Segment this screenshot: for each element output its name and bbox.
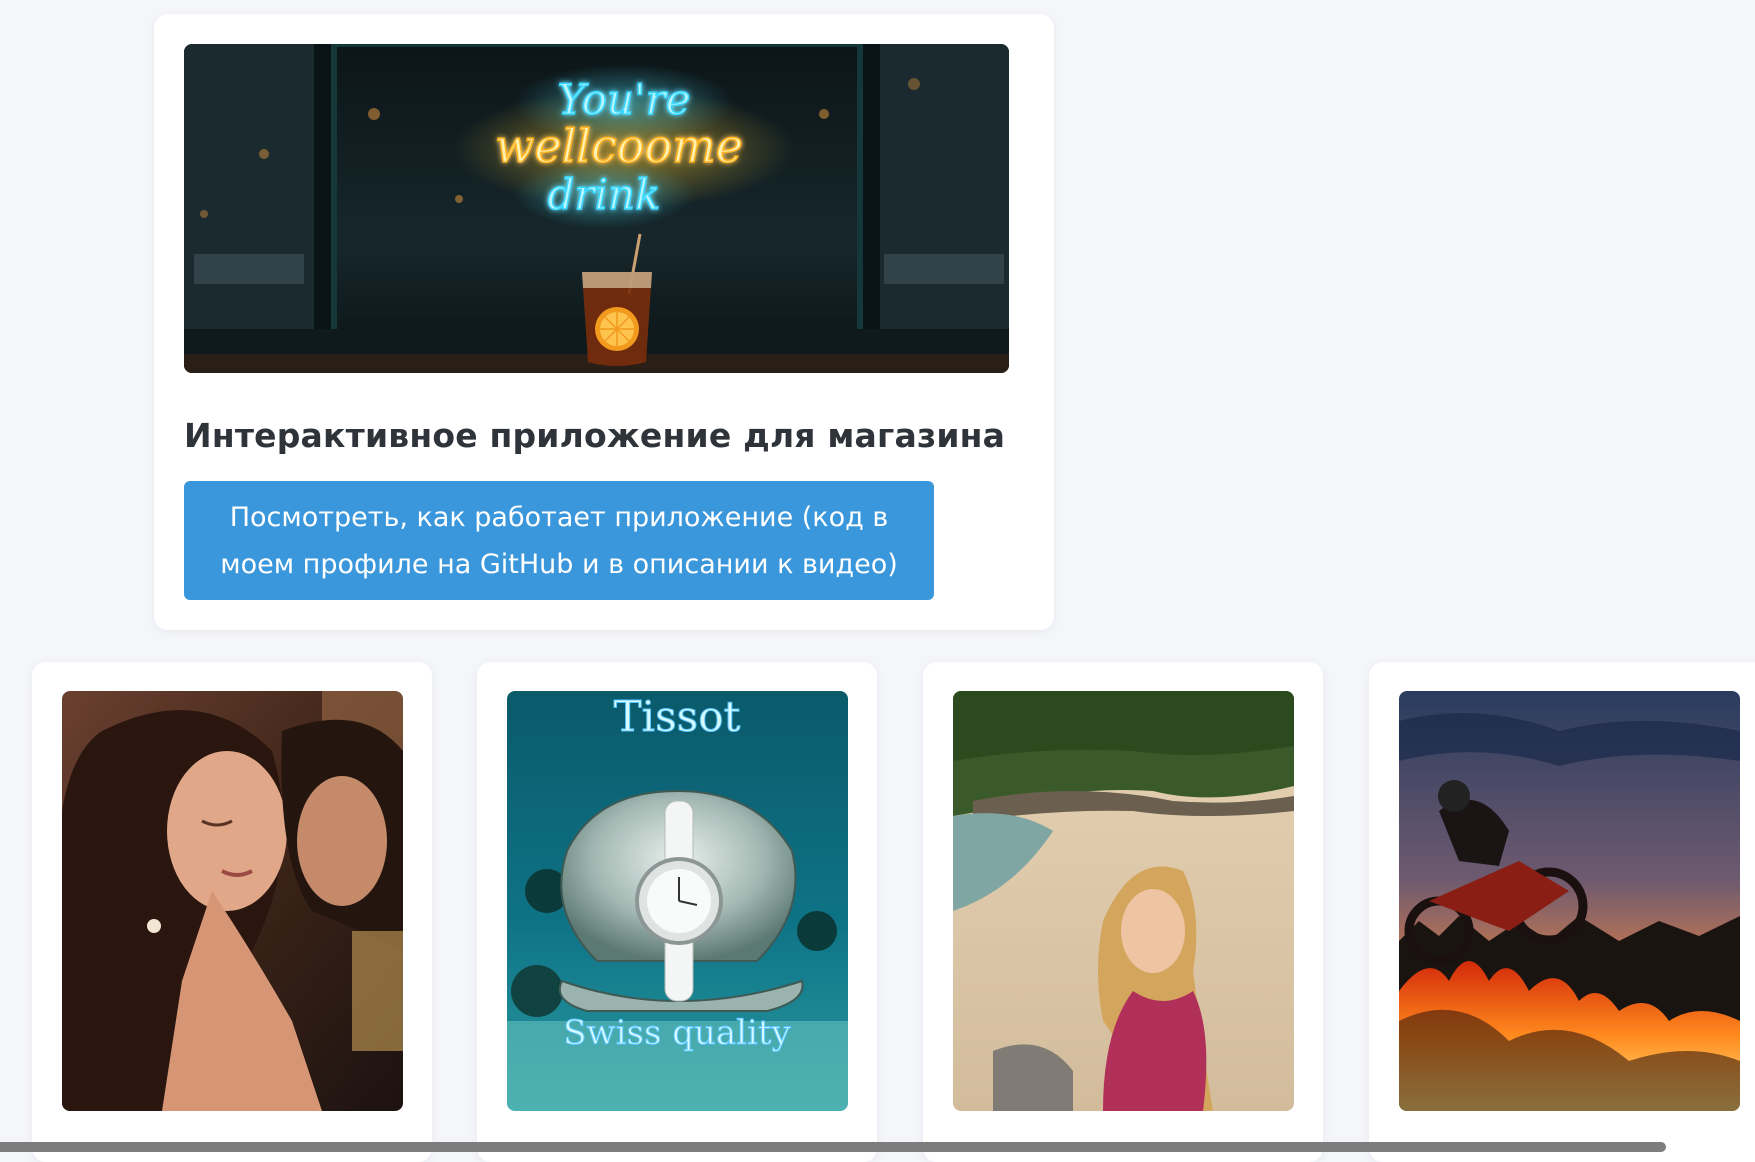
gallery-image-beach[interactable] — [953, 691, 1294, 1111]
view-app-button-line1: Посмотреть, как работает приложение (код… — [229, 501, 889, 533]
featured-card: You're wellcoome drink Интерактивное при… — [154, 14, 1054, 630]
photo-icon — [953, 691, 1294, 1111]
svg-text:You're: You're — [558, 75, 691, 124]
photo-icon: Tissot Swiss quality — [507, 691, 848, 1111]
gallery-image-tissot[interactable]: Tissot Swiss quality — [507, 691, 848, 1111]
neon-drink-image: You're wellcoome drink — [184, 44, 1009, 373]
gallery-card-2[interactable]: Tissot Swiss quality — [477, 662, 877, 1162]
gallery-card-4[interactable] — [1369, 662, 1755, 1162]
hero-image: You're wellcoome drink — [184, 44, 1009, 373]
gallery-image-couple[interactable] — [62, 691, 403, 1111]
gallery-image-motocross[interactable] — [1399, 691, 1740, 1111]
gallery-card-3[interactable] — [923, 662, 1323, 1162]
featured-title: Интерактивное приложение для магазина — [184, 416, 1006, 455]
view-app-button[interactable]: Посмотреть, как работает приложение (код… — [184, 481, 934, 600]
photo-icon — [62, 691, 403, 1111]
tissot-caption: Tissot — [614, 692, 741, 741]
svg-text:drink: drink — [548, 170, 661, 219]
gallery-card-1[interactable] — [32, 662, 432, 1162]
svg-text:wellcoome: wellcoome — [495, 119, 743, 173]
swiss-quality-caption: Swiss quality — [563, 1013, 791, 1053]
horizontal-scrollbar[interactable] — [0, 1142, 1666, 1152]
photo-icon — [1399, 691, 1740, 1111]
view-app-button-line2: моем профиле на GitHub и в описании к ви… — [220, 548, 898, 580]
